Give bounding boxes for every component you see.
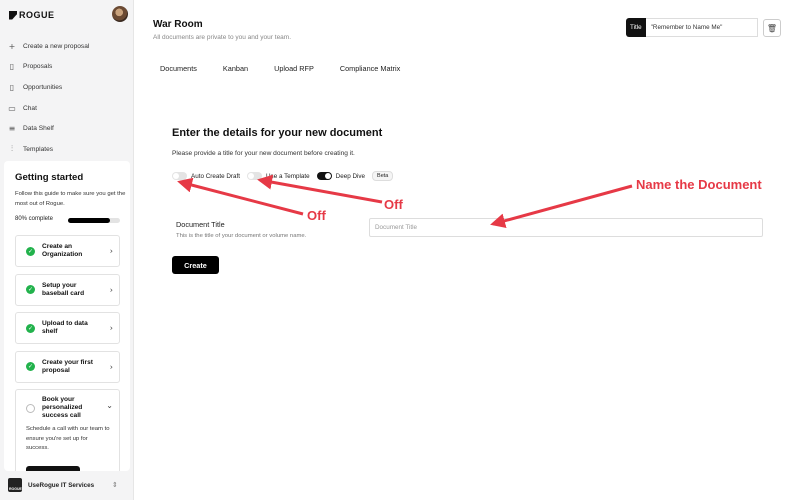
arrow-off-template bbox=[257, 174, 383, 204]
database-icon: ≡ bbox=[8, 124, 16, 134]
chevron-up-down-icon: ⇕ bbox=[112, 481, 118, 489]
org-logo: ROGUE bbox=[8, 478, 22, 492]
form-description: Please provide a title for your new docu… bbox=[172, 150, 355, 157]
use-template-toggle[interactable] bbox=[247, 172, 262, 180]
check-circle-icon: ✓ bbox=[26, 285, 35, 294]
step-label: Create an Organization bbox=[42, 243, 83, 258]
document-icon: ▯ bbox=[9, 62, 15, 72]
org-logo-text: ROGUE bbox=[9, 487, 22, 491]
getting-started-card: Getting started Follow this guide to mak… bbox=[4, 161, 130, 471]
toggle-label: Deep Dive bbox=[335, 172, 366, 180]
check-circle-icon: ✓ bbox=[26, 246, 35, 256]
sidebar-item-proposals[interactable]: ▯ Proposals bbox=[0, 57, 134, 78]
step-label: Setup your baseball card bbox=[42, 281, 85, 297]
plus-icon: + bbox=[8, 41, 16, 51]
progress-bar bbox=[68, 218, 120, 223]
avatar[interactable] bbox=[112, 6, 128, 22]
document-title-input[interactable] bbox=[369, 218, 763, 237]
form-heading: Enter the details for your new document bbox=[172, 127, 383, 139]
tab-documents[interactable]: Documents bbox=[160, 64, 197, 73]
check-circle-icon: ✓ bbox=[26, 323, 35, 333]
sidebar-nav: + Create a new proposal ▯ Proposals ▯ Op… bbox=[0, 36, 134, 160]
getting-started-description: Follow this guide to make sure you get t… bbox=[15, 191, 126, 207]
tab-compliance-matrix[interactable]: Compliance Matrix bbox=[340, 64, 400, 73]
page-subtitle: All documents are private to you and you… bbox=[153, 34, 292, 41]
toggle-label: Auto Create Draft bbox=[191, 172, 240, 180]
sidebar-item-label: Create a new proposal bbox=[23, 42, 90, 50]
sliders-icon: ⫶ bbox=[11, 144, 13, 154]
sidebar: ROGUE + Create a new proposal ▯ Proposal… bbox=[0, 0, 134, 500]
chevron-right-icon: › bbox=[109, 323, 113, 333]
annotation-off-1: Off bbox=[307, 208, 326, 223]
progress-label: 80% complete bbox=[15, 216, 54, 222]
check-circle-icon: ✓ bbox=[26, 362, 35, 371]
document-icon: ▯ bbox=[9, 82, 15, 92]
arrow-off-auto-draft bbox=[177, 177, 304, 216]
sidebar-item-data-shelf[interactable]: ≡ Data Shelf bbox=[0, 118, 134, 139]
page-title: War Room bbox=[153, 19, 203, 30]
annotation-name-document: Name the Document bbox=[636, 177, 762, 192]
sidebar-item-label: Chat bbox=[23, 104, 37, 112]
toggle-row: Auto Create Draft Use a Template Deep Di… bbox=[172, 171, 394, 181]
sidebar-item-opportunities[interactable]: ▯ Opportunities bbox=[0, 77, 134, 98]
step-description: Schedule a call with our team to ensure … bbox=[26, 426, 110, 451]
annotation-off-2: Off bbox=[384, 197, 403, 212]
step-book-success-call[interactable]: Book your personalized success call ⌄ Sc… bbox=[15, 389, 120, 471]
chevron-right-icon: › bbox=[109, 246, 113, 256]
empty-circle-icon bbox=[26, 404, 35, 413]
rogue-logo[interactable]: ROGUE bbox=[9, 10, 55, 20]
step-label: Create your first proposal bbox=[42, 358, 93, 374]
sidebar-item-create-proposal[interactable]: + Create a new proposal bbox=[0, 36, 134, 57]
getting-started-steps: ✓ Create an Organization › ✓ Setup your … bbox=[15, 235, 120, 471]
chevron-down-icon: ⌄ bbox=[106, 401, 113, 410]
deep-dive-toggle[interactable] bbox=[316, 172, 332, 180]
sidebar-item-label: Opportunities bbox=[23, 83, 63, 91]
tabs: Documents Kanban Upload RFP Compliance M… bbox=[160, 64, 426, 73]
step-label: Book your personalized success call bbox=[42, 396, 83, 419]
sidebar-item-label: Proposals bbox=[23, 63, 53, 71]
step-label: Upload to data shelf bbox=[42, 320, 88, 335]
beta-badge: Beta bbox=[372, 171, 394, 181]
tab-kanban[interactable]: Kanban bbox=[223, 64, 248, 73]
progress-bar-fill bbox=[68, 218, 110, 223]
title-field-group: Title bbox=[626, 18, 758, 37]
chat-icon: ▭ bbox=[8, 103, 16, 113]
title-tag: Title bbox=[626, 18, 646, 37]
toggle-label: Use a Template bbox=[266, 172, 310, 180]
sidebar-item-chat[interactable]: ▭ Chat bbox=[0, 98, 134, 119]
create-button[interactable]: Create bbox=[172, 256, 219, 274]
trash-icon: 🗑 bbox=[766, 23, 778, 33]
step-setup-baseball-card[interactable]: ✓ Setup your baseball card › bbox=[15, 273, 120, 306]
sidebar-item-label: Templates bbox=[23, 145, 54, 153]
title-input[interactable] bbox=[645, 18, 758, 37]
org-name: UseRogue IT Services bbox=[28, 481, 95, 489]
auto-create-draft-toggle[interactable] bbox=[172, 172, 187, 180]
logo-text: ROGUE bbox=[19, 10, 55, 20]
sidebar-item-label: Data Shelf bbox=[23, 125, 54, 133]
step-upload-data-shelf[interactable]: ✓ Upload to data shelf › bbox=[15, 312, 120, 344]
delete-button[interactable]: 🗑 bbox=[763, 19, 781, 37]
tab-upload-rfp[interactable]: Upload RFP bbox=[274, 64, 314, 73]
org-switcher[interactable]: ROGUE UseRogue IT Services ⇕ bbox=[0, 470, 134, 500]
chevron-right-icon: › bbox=[109, 362, 113, 371]
step-create-organization[interactable]: ✓ Create an Organization › bbox=[15, 235, 120, 267]
document-title-label: Document Title bbox=[176, 220, 225, 229]
chevron-right-icon: › bbox=[109, 285, 113, 294]
sidebar-item-templates[interactable]: ⫶ Templates bbox=[0, 139, 134, 160]
getting-started-title: Getting started bbox=[15, 172, 84, 183]
logo-mark-icon bbox=[9, 10, 17, 20]
step-create-first-proposal[interactable]: ✓ Create your first proposal › bbox=[15, 350, 120, 383]
document-title-help: This is the title of your document or vo… bbox=[176, 233, 307, 239]
